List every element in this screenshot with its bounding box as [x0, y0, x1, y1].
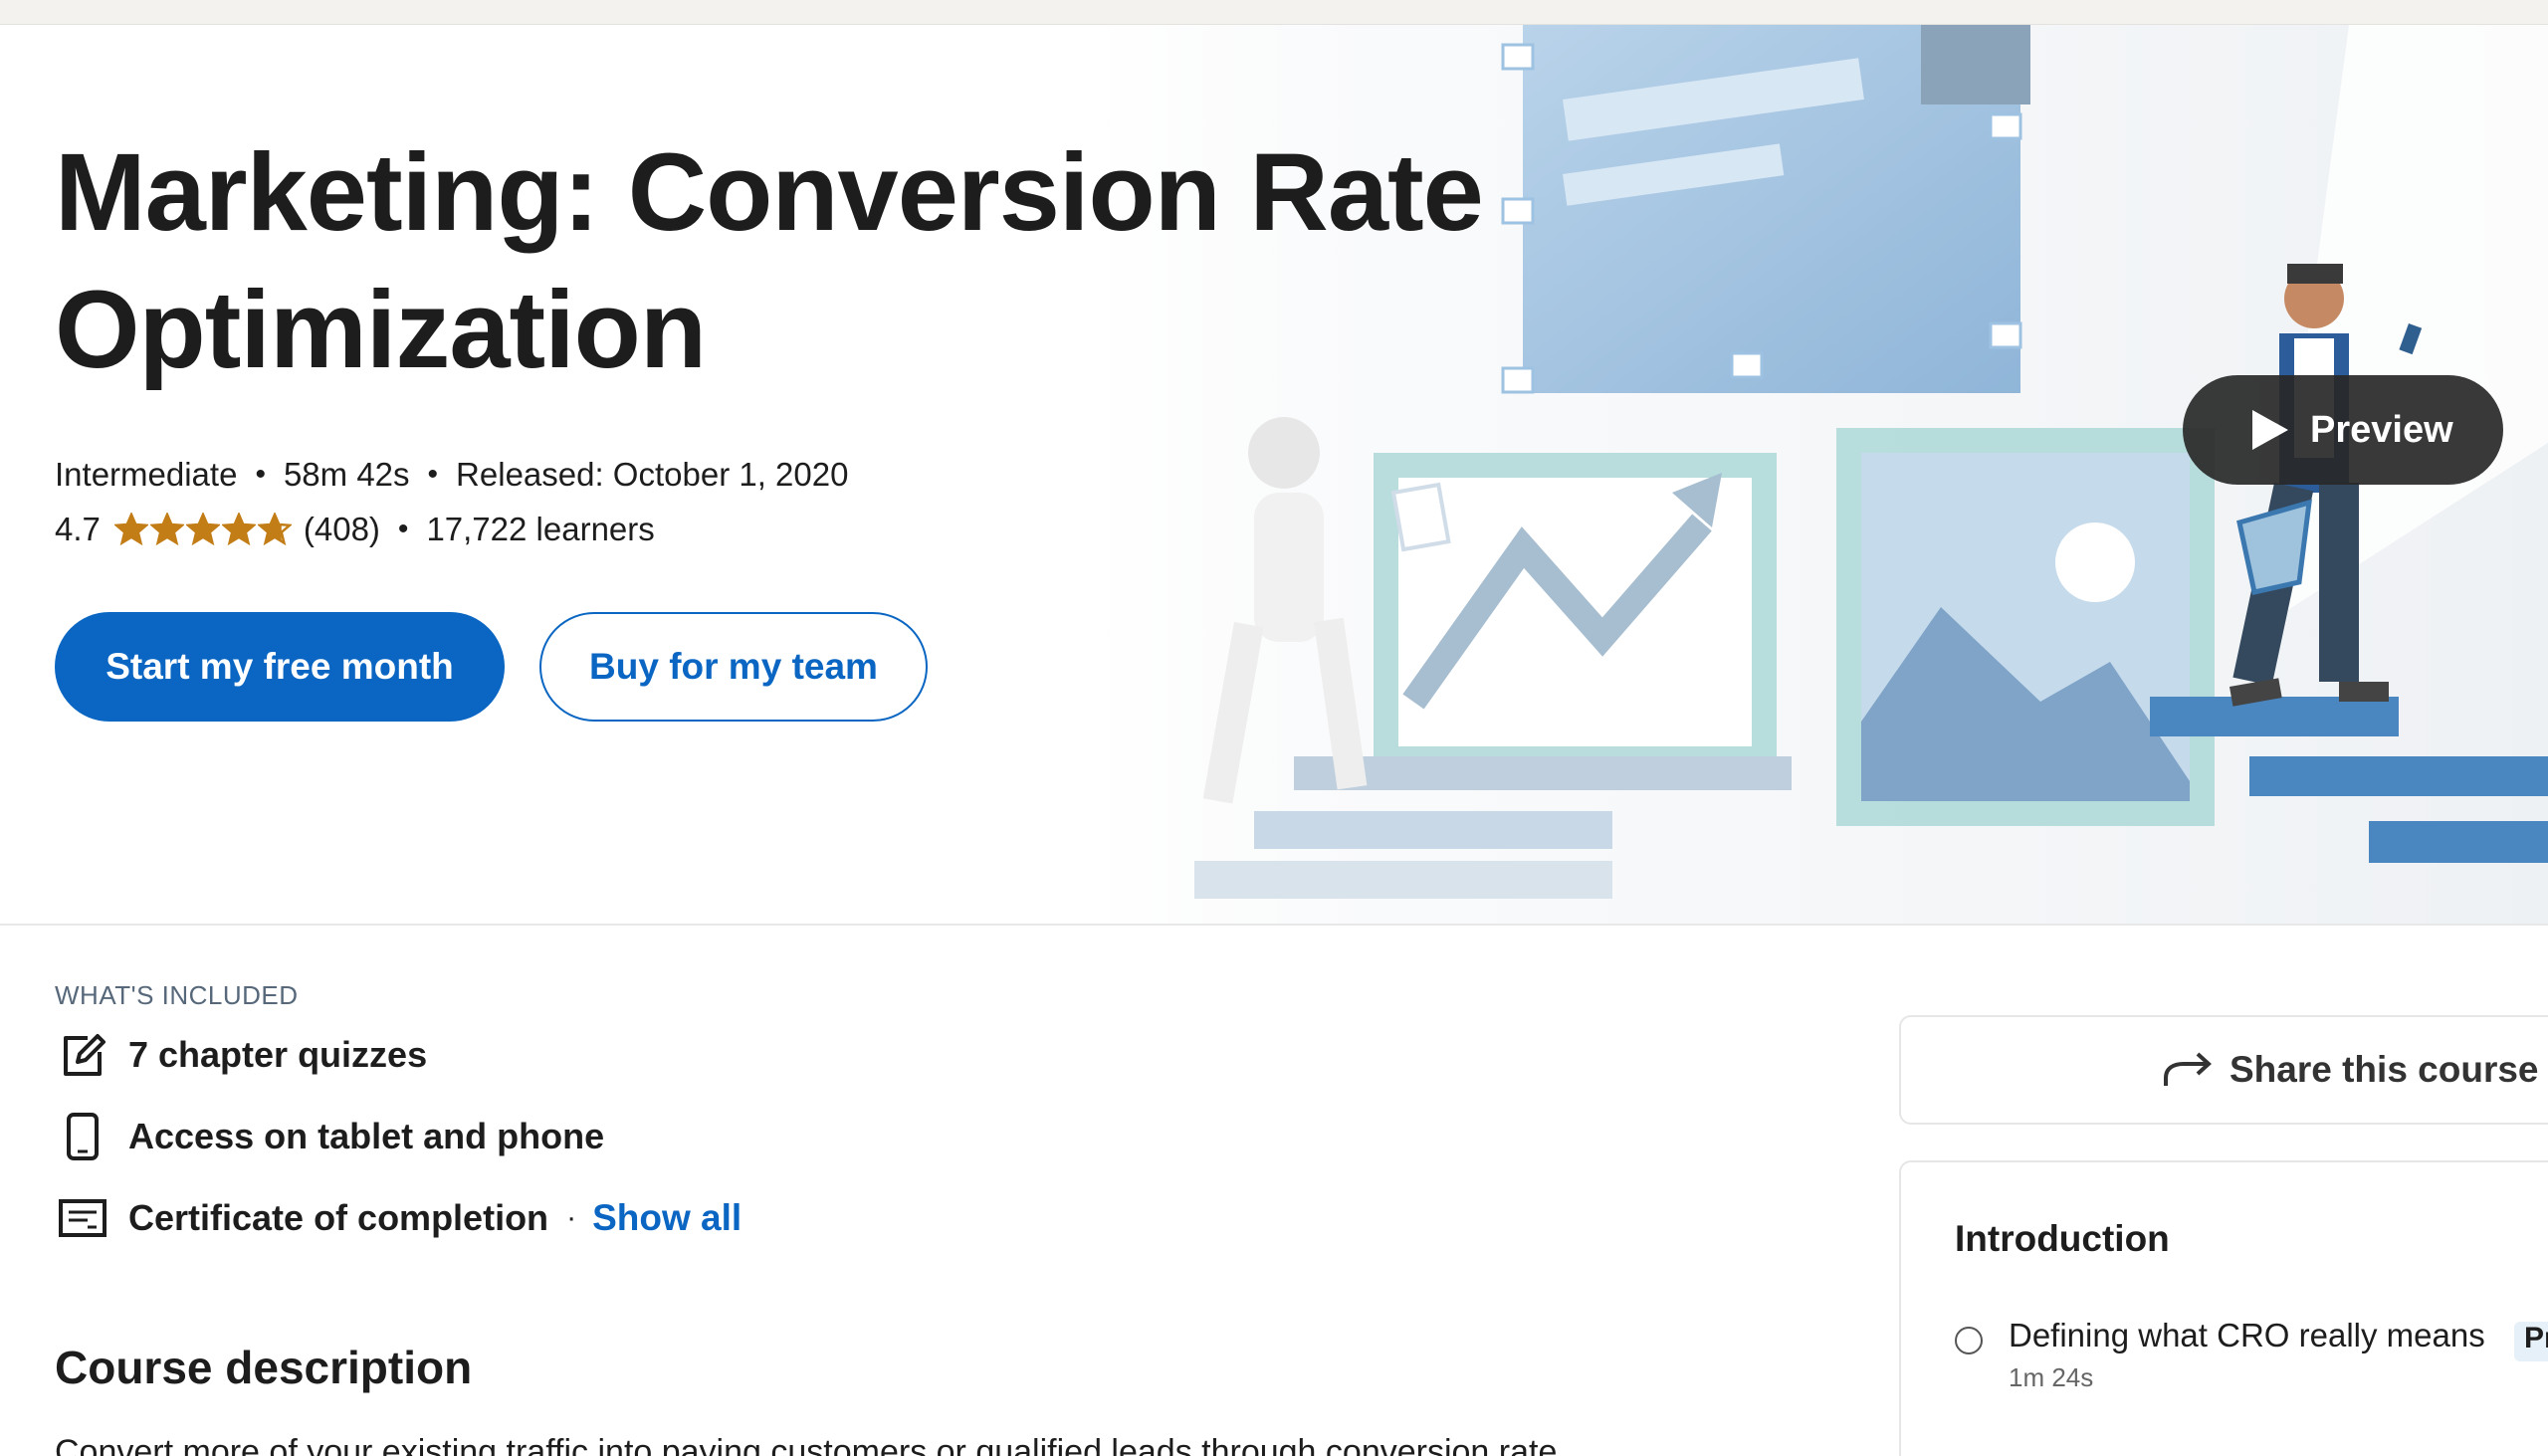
- whats-included-heading: WHAT'S INCLUDED: [55, 980, 299, 1010]
- phone-icon: [55, 1109, 110, 1164]
- separator-dot: •: [255, 458, 266, 491]
- progress-circle-icon: [1955, 1327, 1983, 1354]
- separator-dot: •: [397, 513, 409, 545]
- toc-video-item[interactable]: Defining what CRO really means 1m 24s: [1955, 1317, 2485, 1393]
- chapter-title: Introduction: [1955, 1218, 2170, 1259]
- star-rating: [113, 513, 292, 546]
- star-icon: [149, 513, 184, 546]
- share-arrow-icon: [2162, 1050, 2214, 1090]
- star-icon: [113, 513, 148, 546]
- star-icon: [221, 513, 256, 546]
- preview-label: Preview: [2310, 408, 2453, 451]
- buy-for-team-button[interactable]: Buy for my team: [539, 612, 928, 722]
- included-item-label: 7 chapter quizzes: [128, 1034, 428, 1075]
- show-all-link[interactable]: Show all: [592, 1197, 742, 1239]
- included-item-label: Access on tablet and phone: [128, 1116, 605, 1156]
- course-level: Intermediate: [55, 456, 238, 493]
- separator-dot: ·: [566, 1201, 577, 1234]
- video-duration: 1m 24s: [2009, 1362, 2094, 1392]
- release-date: Released: October 1, 2020: [456, 456, 849, 493]
- course-rating-row: 4.7 (408) • 17,722 learners: [55, 511, 655, 548]
- separator-dot: •: [427, 458, 439, 491]
- edit-icon: [55, 1027, 110, 1083]
- start-free-month-button[interactable]: Start my free month: [55, 612, 505, 722]
- course-hero: Marketing: Conversion Rate Optimization …: [0, 25, 2548, 926]
- play-icon: [2252, 410, 2288, 450]
- table-of-contents: Introduction Defining what CRO really me…: [1899, 1160, 2548, 1456]
- course-description-text: Convert more of your existing traffic in…: [55, 1433, 1558, 1456]
- course-description-heading: Course description: [55, 1342, 473, 1393]
- included-item-certificate: Certificate of completion · Show all: [55, 1190, 742, 1246]
- certificate-icon: [55, 1190, 110, 1246]
- included-item-label: Certificate of completion: [128, 1197, 549, 1238]
- star-icon: [185, 513, 220, 546]
- course-meta: Intermediate • 58m 42s • Released: Octob…: [55, 456, 848, 494]
- rating-count[interactable]: (408): [304, 511, 380, 548]
- preview-button[interactable]: Preview: [2183, 375, 2503, 485]
- preview-badge: Pr: [2514, 1322, 2548, 1361]
- course-title: Marketing: Conversion Rate Optimization: [55, 131, 1484, 391]
- share-course-button[interactable]: Share this course: [1899, 1015, 2548, 1125]
- included-item-quizzes: 7 chapter quizzes: [55, 1027, 427, 1083]
- course-duration: 58m 42s: [283, 456, 410, 493]
- learner-count: 17,722 learners: [426, 511, 655, 547]
- share-label: Share this course: [2230, 1049, 2539, 1090]
- browser-top-strip: [0, 0, 2548, 25]
- star-icon: [257, 513, 292, 546]
- included-item-mobile: Access on tablet and phone: [55, 1109, 604, 1164]
- video-title: Defining what CRO really means: [2009, 1317, 2485, 1353]
- rating-value: 4.7: [55, 511, 101, 547]
